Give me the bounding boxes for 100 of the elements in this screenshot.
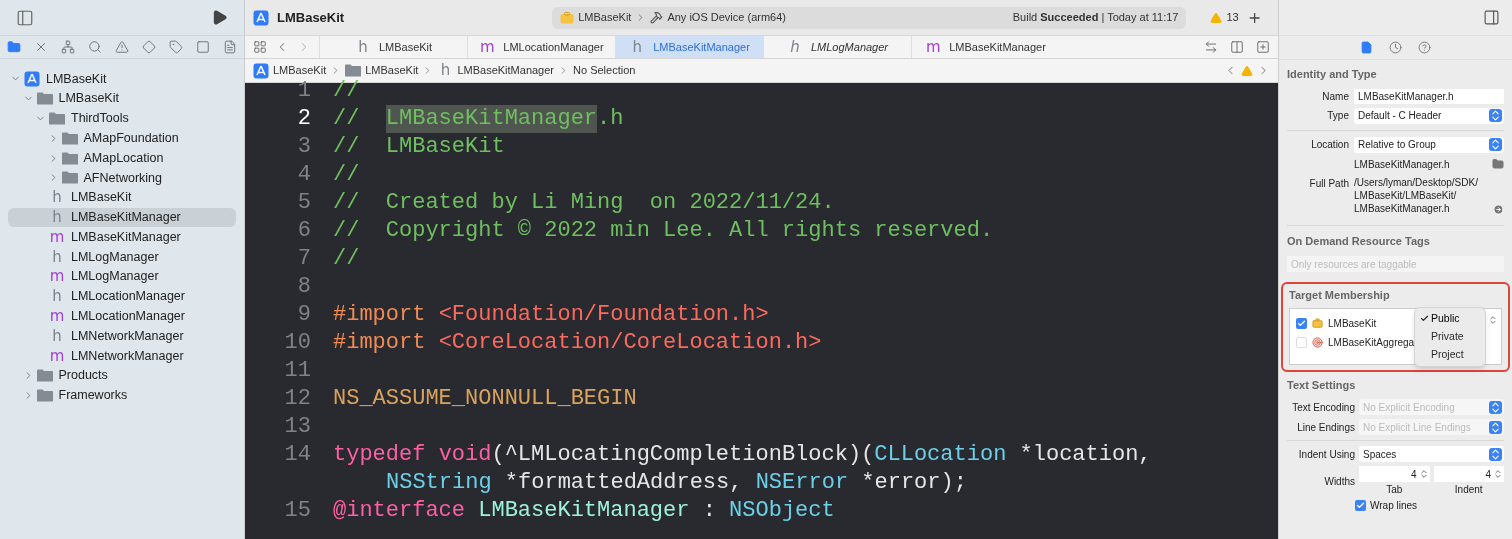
path-item[interactable]: No Selection (573, 62, 636, 79)
warning-tab[interactable] (115, 40, 129, 54)
destination-selector[interactable]: Any iOS Device (arm64) (667, 9, 786, 26)
editor-options-icon[interactable] (1230, 40, 1244, 54)
target-label: LMBaseKit (1328, 316, 1377, 331)
popup-arrows-icon (1489, 447, 1502, 461)
popup-arrows-icon[interactable] (1488, 314, 1498, 325)
tag-tab[interactable] (169, 40, 183, 54)
wrap-lines-checkbox[interactable] (1355, 500, 1366, 511)
editor-tab[interactable]: m LMBaseKitManager (911, 36, 1059, 58)
app-icon (253, 62, 269, 79)
code-token: <CoreLocation/CoreLocation.h> (438, 329, 822, 357)
location-popup[interactable]: Relative to Group (1354, 136, 1504, 153)
folder-icon (36, 389, 53, 403)
navigator-item[interactable]: m LMLocationManager (8, 306, 236, 327)
hierarchy-tab[interactable] (61, 40, 75, 54)
menu-item[interactable]: Public (1431, 310, 1460, 327)
navigator-item[interactable]: h LMNetworkManager (8, 326, 236, 347)
add-editor-icon[interactable] (1256, 40, 1270, 54)
navigator-item[interactable]: h LMBaseKitManager (8, 207, 236, 228)
navigator-item[interactable]: m LMLogManager (8, 266, 236, 287)
path-item[interactable]: h LMBaseKitManager (437, 62, 554, 79)
implementation-file-icon: m (479, 39, 496, 55)
navigator-item-label: AFNetworking (83, 169, 162, 187)
target-label: LMBaseKitAggrega (1328, 335, 1415, 350)
section-title: Text Settings (1287, 377, 1357, 393)
reveal-icon[interactable] (1493, 203, 1504, 215)
navigator-item[interactable]: h LMLocationManager (8, 286, 236, 307)
grid-icon[interactable] (253, 40, 267, 54)
report-tab[interactable] (223, 40, 237, 54)
editor-tab[interactable]: h LMBaseKit (319, 36, 467, 58)
navigator-item[interactable]: AFNetworking (8, 168, 236, 188)
navigator-item[interactable]: h LMLogManager (8, 247, 236, 267)
menu-item[interactable]: Project (1431, 346, 1464, 363)
navigator-item[interactable]: ThirdTools (8, 108, 236, 129)
path-item[interactable]: LMBaseKit (345, 62, 419, 79)
name-field[interactable]: LMBaseKitManager.h (1354, 88, 1504, 104)
editor-tab[interactable]: h LMLogManager (763, 36, 911, 58)
warning-counter[interactable]: 13 (1210, 9, 1239, 26)
width-stepper-field[interactable]: 4 (1433, 466, 1504, 482)
code-token: #import (333, 329, 427, 357)
folder-icon[interactable] (1492, 158, 1504, 170)
scheme-selector[interactable]: LMBaseKit (578, 9, 632, 26)
full-path: /Users/lyman/Desktop/SDK/ LMBaseKit/LMBaseKit/ LMBaseKitManager.h (1354, 175, 1478, 215)
navigator-item[interactable]: m LMNetworkManager (8, 346, 236, 366)
folder-icon (36, 369, 53, 383)
navigator-item-label: LMLogManager (71, 268, 159, 286)
sidebar-toggle-icon[interactable] (16, 8, 34, 27)
navigator-item-label: ThirdTools (71, 110, 129, 128)
source-control-tab[interactable] (34, 40, 48, 54)
swap-icon[interactable] (1204, 40, 1218, 54)
navigator-item[interactable]: AMapLocation (8, 148, 236, 168)
capsule-tab[interactable] (196, 40, 210, 54)
location-file: LMBaseKitManager.h (1354, 157, 1450, 172)
inspector-toggle-icon[interactable] (1483, 9, 1500, 26)
navigator-item-label: AMapFoundation (83, 129, 179, 147)
path-item[interactable]: LMBaseKit (253, 62, 327, 79)
line-number: 4 (296, 161, 312, 189)
header-file-icon: h (49, 289, 65, 305)
folder-icon (61, 131, 78, 145)
navigator-item-label: LMLocationManager (71, 308, 185, 326)
play-icon[interactable] (211, 9, 228, 26)
indent-popup[interactable]: Spaces (1359, 446, 1504, 462)
diamond-tab[interactable] (142, 40, 156, 54)
implementation-file-icon: m (49, 269, 65, 285)
folder-tab[interactable] (7, 40, 21, 54)
type-popup[interactable]: Default - C Header (1354, 107, 1504, 124)
code-token: // Created by Li Ming on 2022/11/24. (333, 189, 835, 217)
navigator-item[interactable]: LMBaseKit (8, 88, 236, 109)
navigator-item[interactable]: AMapFoundation (8, 128, 236, 149)
navigator-item[interactable]: Frameworks (8, 385, 236, 406)
file-inspector-tab[interactable] (1360, 41, 1373, 54)
help-inspector-tab[interactable] (1418, 41, 1431, 54)
width-stepper-field[interactable]: 4 (1359, 466, 1430, 482)
target-checkbox[interactable] (1296, 336, 1307, 348)
navigator-item-label: LMNetworkManager (71, 327, 184, 345)
target-checkbox[interactable] (1296, 317, 1307, 329)
menu-item[interactable]: Private (1431, 328, 1464, 345)
implementation-file-icon: m (49, 348, 65, 364)
navigator-item[interactable]: h LMBaseKit (8, 187, 236, 208)
stepper-arrows-icon[interactable] (1418, 469, 1429, 479)
navigator-item[interactable]: Products (8, 365, 236, 386)
header-file-icon: h (786, 39, 803, 55)
warning-count: 13 (1226, 10, 1239, 26)
history-inspector-tab[interactable] (1389, 41, 1402, 54)
line-number: 14 (283, 441, 312, 469)
field-label: Name (1321, 89, 1349, 104)
popup-arrows-icon (1489, 138, 1502, 151)
editor-tab[interactable]: h LMBaseKitManager (615, 36, 763, 58)
toolbox-icon (560, 11, 575, 24)
navigator-item[interactable]: LMBaseKit (8, 69, 236, 89)
popup-arrows-icon (1489, 400, 1502, 414)
line-number: 12 (283, 385, 312, 413)
search-tab[interactable] (88, 40, 102, 54)
warning-icon[interactable] (1241, 64, 1253, 77)
code-token: (^LMLocatingCompletionBlock)( (491, 441, 875, 469)
stepper-arrows-icon[interactable] (1493, 469, 1503, 479)
navigator-item-label: LMBaseKitManager (71, 209, 181, 227)
code-token: NSString (386, 469, 492, 497)
navigator-item[interactable]: m LMBaseKitManager (8, 227, 236, 248)
